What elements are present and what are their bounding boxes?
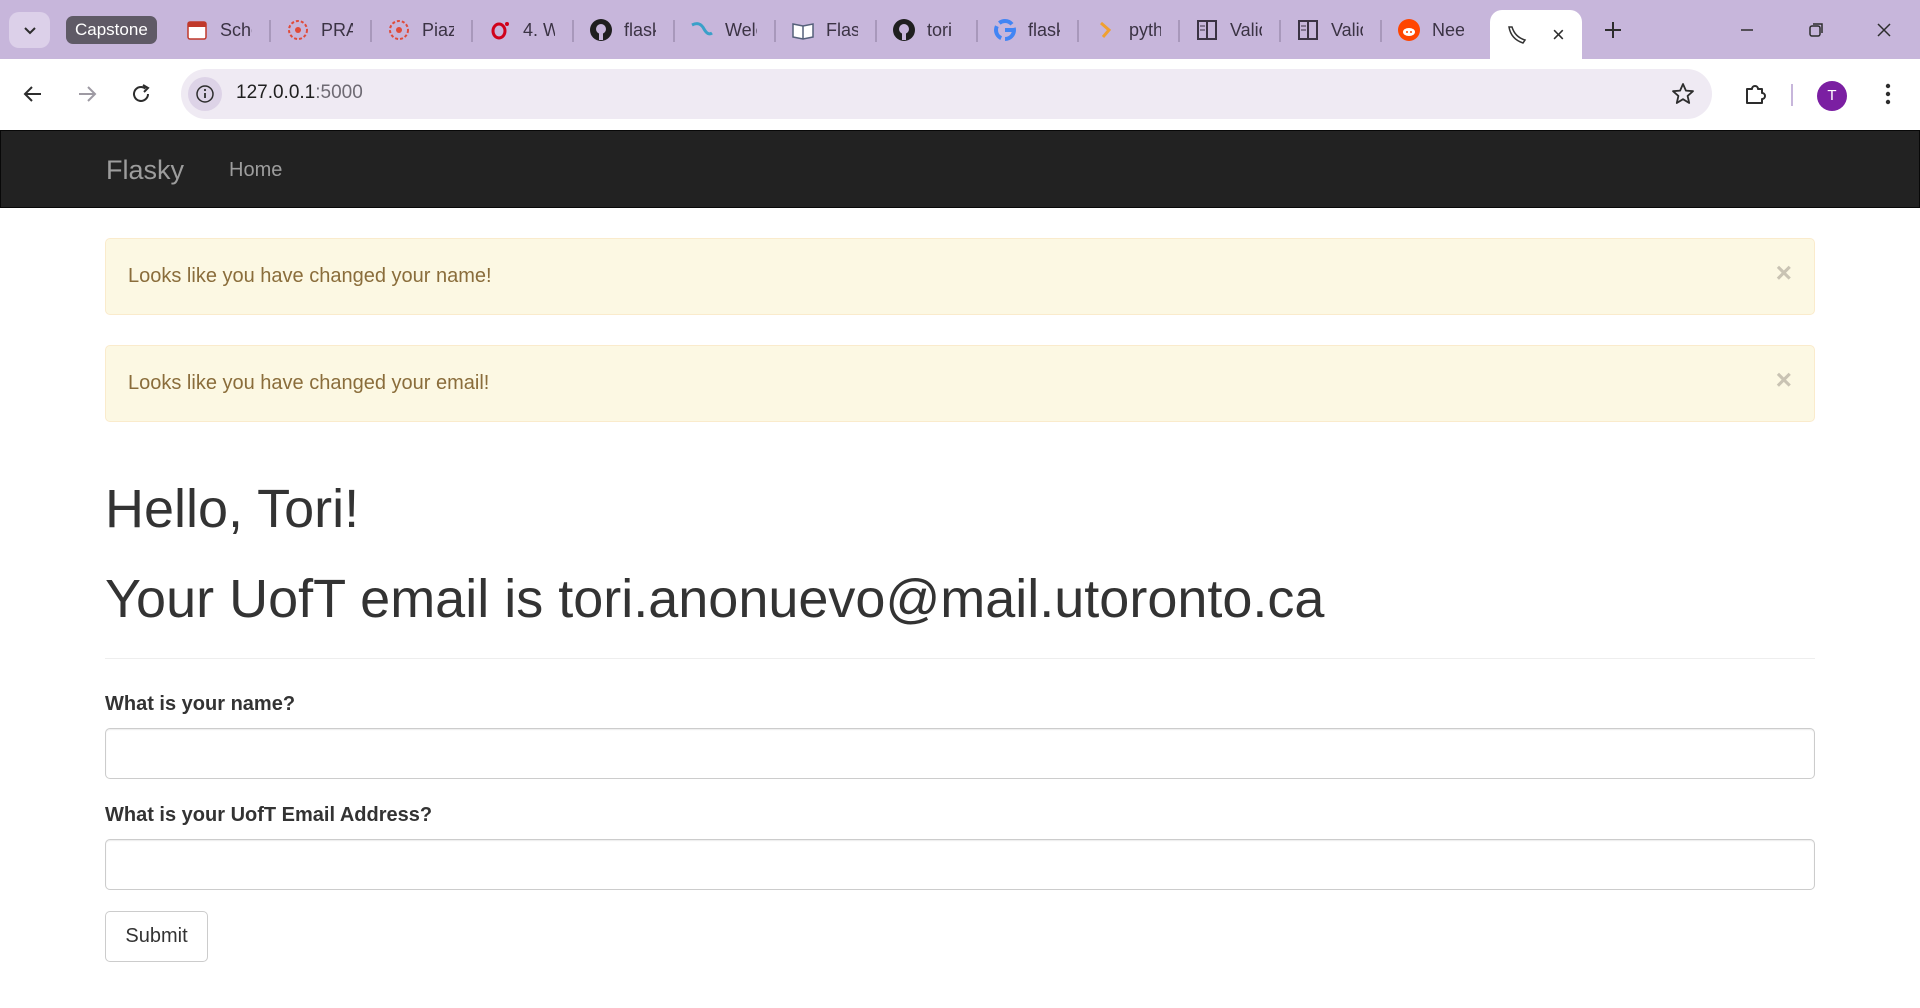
tab-flask-book[interactable]: Flask <box>776 10 877 50</box>
tab-strip: Capstone Schedule PRA Piazza 4. W flask … <box>0 0 1920 59</box>
tab-validators-2[interactable]: Validators <box>1281 10 1382 50</box>
kebab-menu-icon <box>1885 83 1891 105</box>
bookmark-star-icon[interactable] <box>1670 81 1696 112</box>
browser-menu-button[interactable] <box>1870 76 1906 112</box>
email-heading: Your UofT email is tori.anonuevo@mail.ut… <box>105 569 1325 629</box>
flash-alert-email: Looks like you have changed your email! … <box>105 345 1815 422</box>
tab-label: 4. W <box>523 19 555 40</box>
tab-label: Piazza <box>422 19 454 40</box>
greeting-heading: Hello, Tori! <box>105 479 360 539</box>
python-icon <box>1093 17 1119 43</box>
tab-validators-1[interactable]: Validators <box>1180 10 1281 50</box>
tab-label: python <box>1129 19 1161 40</box>
restore-icon <box>1809 23 1823 37</box>
alert-close-button[interactable]: × <box>1776 366 1792 394</box>
url-host: 127.0.0.1 <box>236 82 316 103</box>
url-text[interactable]: 127.0.0.1:5000 <box>236 82 363 104</box>
tab-pra[interactable]: PRA <box>271 10 372 50</box>
reload-icon <box>133 84 150 102</box>
page-header-divider <box>105 658 1815 659</box>
tab-search-button[interactable] <box>9 12 50 48</box>
new-tab-button[interactable] <box>1597 14 1629 46</box>
quercus-icon <box>285 17 311 43</box>
minimize-button[interactable] <box>1729 14 1765 46</box>
info-icon <box>196 85 214 103</box>
tab-piazza[interactable]: Piazza <box>372 10 473 50</box>
reddit-icon <box>1396 17 1422 43</box>
flash-alert-name: Looks like you have changed your name! × <box>105 238 1815 315</box>
tab-group-chip[interactable]: Capstone <box>66 16 157 44</box>
flask-icon <box>689 17 715 43</box>
flask-horn-icon <box>1504 22 1530 48</box>
name-field-label: What is your name? <box>105 693 296 715</box>
tab-4w[interactable]: 4. W <box>473 10 574 50</box>
tab-reddit[interactable]: Need <box>1382 10 1483 50</box>
tab-schedule[interactable]: Schedule <box>170 10 271 50</box>
opera-icon <box>487 17 513 43</box>
minimize-icon <box>1741 29 1753 31</box>
profile-avatar[interactable]: T <box>1817 81 1847 111</box>
toolbar-divider <box>1791 84 1793 106</box>
tab-flask-github[interactable]: flask <box>574 10 675 50</box>
calendar-icon <box>184 17 210 43</box>
close-tab-icon[interactable]: × <box>1552 22 1565 48</box>
email-input[interactable] <box>105 839 1815 890</box>
github-icon <box>891 17 917 43</box>
browser-toolbar: 127.0.0.1:5000 T <box>0 59 1920 130</box>
plus-icon <box>1605 22 1621 38</box>
book-icon <box>790 17 816 43</box>
tab-tori-github[interactable]: tori <box>877 10 978 50</box>
tab-label: tori <box>927 19 953 40</box>
restore-button[interactable] <box>1798 14 1834 46</box>
tab-flask-google[interactable]: flask <box>978 10 1079 50</box>
arrow-left-icon <box>23 86 41 102</box>
tab-label: flask <box>1028 19 1060 40</box>
alert-message: Looks like you have changed your name! <box>128 265 492 287</box>
url-port: :5000 <box>315 82 363 103</box>
quercus-icon <box>386 17 412 43</box>
docs-icon <box>1295 17 1321 43</box>
alert-message: Looks like you have changed your email! <box>128 372 490 394</box>
tab-active[interactable]: × <box>1490 10 1582 59</box>
email-field-label: What is your UofT Email Address? <box>105 804 433 826</box>
back-button[interactable] <box>15 76 51 112</box>
github-icon <box>588 17 614 43</box>
site-info-button[interactable] <box>188 77 222 111</box>
close-window-button[interactable] <box>1866 14 1902 46</box>
chevron-down-icon <box>23 27 36 35</box>
nav-link-home[interactable]: Home <box>229 159 282 182</box>
tab-label: Need <box>1432 19 1464 40</box>
close-icon <box>1877 23 1891 37</box>
navbar-brand[interactable]: Flasky <box>106 155 184 186</box>
arrow-right-icon <box>79 86 97 102</box>
tab-label: Validators <box>1230 19 1262 40</box>
alert-close-button[interactable]: × <box>1776 259 1792 287</box>
tab-label: Validators <box>1331 19 1363 40</box>
tab-label: Welcome <box>725 19 757 40</box>
name-input[interactable] <box>105 728 1815 779</box>
address-bar[interactable]: 127.0.0.1:5000 <box>181 69 1712 119</box>
tab-welcome[interactable]: Welcome <box>675 10 776 50</box>
submit-button[interactable]: Submit <box>105 911 208 962</box>
tab-label: Schedule <box>220 19 252 40</box>
google-icon <box>992 17 1018 43</box>
extensions-button[interactable] <box>1737 76 1773 112</box>
tab-label: flask <box>624 19 656 40</box>
reload-button[interactable] <box>123 76 159 112</box>
tab-label: PRA <box>321 19 353 40</box>
docs-icon <box>1194 17 1220 43</box>
site-navbar: Flasky Home <box>0 130 1920 208</box>
puzzle-icon <box>1746 85 1766 104</box>
forward-button[interactable] <box>69 76 105 112</box>
tab-label: Flask <box>826 19 858 40</box>
tab-python[interactable]: python <box>1079 10 1180 50</box>
